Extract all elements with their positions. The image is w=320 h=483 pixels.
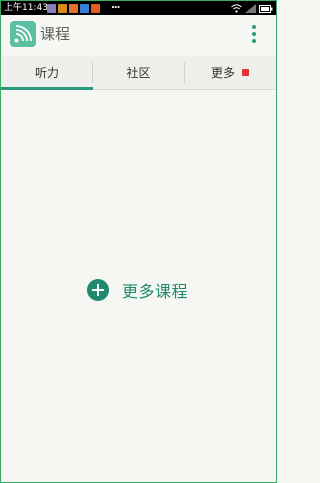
tab-bar: 听力 社区 更多 <box>1 56 276 90</box>
tab-more[interactable]: 更多 <box>184 56 276 89</box>
notification-icon <box>80 4 89 13</box>
new-badge <box>242 69 249 76</box>
app-frame: 上午11:43 ... 课程 听力 社区 更多 更多课程 <box>0 0 277 483</box>
page-title: 课程 <box>40 25 71 43</box>
notification-icons <box>47 4 100 13</box>
wifi-icon <box>231 4 242 13</box>
tab-community[interactable]: 社区 <box>93 56 184 89</box>
signal-icon <box>245 4 256 13</box>
add-more-courses-button[interactable]: 更多课程 <box>87 278 188 302</box>
add-more-courses-label: 更多课程 <box>122 282 189 301</box>
overflow-dot-icon <box>252 25 256 29</box>
plus-circle-icon <box>87 279 109 301</box>
tab-label: 听力 <box>34 66 59 80</box>
tab-label: 社区 <box>126 66 151 80</box>
notification-icon <box>69 4 78 13</box>
notification-icon <box>91 4 100 13</box>
more-notifications-indicator: ... <box>111 0 120 11</box>
tab-label: 更多 <box>210 66 235 80</box>
selected-tab-indicator <box>1 87 93 90</box>
app-logo <box>10 21 36 47</box>
notification-icon <box>58 4 67 13</box>
app-bar: 课程 <box>1 15 276 56</box>
status-bar: 上午11:43 ... <box>1 1 276 15</box>
overflow-dot-icon <box>252 32 256 36</box>
notification-icon <box>47 4 56 13</box>
overflow-dot-icon <box>252 39 256 43</box>
status-indicators <box>231 4 273 13</box>
status-time: 上午11:43 <box>4 3 48 13</box>
battery-icon <box>259 5 273 13</box>
tab-listening[interactable]: 听力 <box>1 56 93 89</box>
app-logo-icon <box>14 25 32 43</box>
overflow-menu-button[interactable] <box>248 23 260 45</box>
